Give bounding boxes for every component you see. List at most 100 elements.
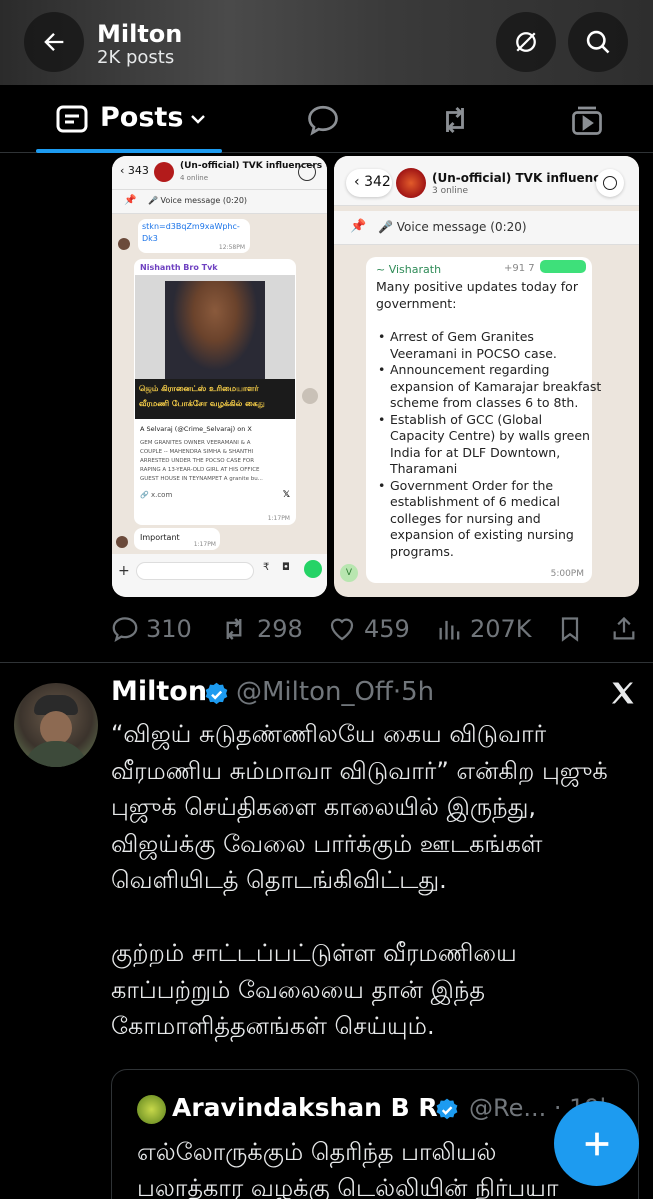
link-preview-title: A Selvaraj (@Crime_Selvaraj) on X	[140, 425, 252, 433]
bullet-list: • Arrest of Gem Granites Veeramani in POCS…	[376, 329, 601, 560]
bullet-dot: •	[378, 362, 386, 377]
face-shape	[40, 711, 72, 745]
back-count-pill[interactable]: ‹ 342	[346, 169, 392, 197]
shirt-shape	[24, 741, 88, 767]
notifications-button[interactable]	[496, 12, 556, 72]
rupee-icon[interactable]: ₹	[263, 562, 269, 573]
forward-icon[interactable]	[302, 388, 318, 404]
message-time: 12:58PM	[218, 244, 245, 251]
bullet-line: Tharamani	[390, 461, 458, 476]
back-button[interactable]	[24, 12, 84, 72]
link-domain[interactable]: 🔗 x.com	[140, 491, 172, 499]
plus-icon[interactable]: +	[118, 563, 130, 579]
reply-icon	[112, 617, 138, 642]
bullet-line: Capacity Centre) by walls green	[390, 428, 590, 443]
camera-icon[interactable]: ◘	[282, 562, 290, 573]
like-button[interactable]: 459	[326, 612, 410, 646]
voice-call-icon[interactable]	[596, 169, 624, 197]
compose-post-button[interactable]	[554, 1101, 639, 1186]
reply-button[interactable]: 310	[110, 612, 192, 646]
link-text-cont[interactable]: Dk3	[142, 234, 158, 243]
bullet-line: India for at DLF Downtown,	[390, 444, 561, 460]
pinned-message-bar[interactable]: 📌 🎤 Voice message (0:20)	[112, 190, 327, 214]
tab-posts-label: Posts	[100, 102, 184, 133]
link-bubble: stkn=d3BqZm9xaWphc- Dk3 12:58PM	[138, 219, 250, 253]
forwarded-message-bubble: Nishanth Bro Tvk ஜெம் கிரானைட்ஸ் உரிமையா…	[134, 259, 296, 525]
bullet-item: • Establish of GCC (Global Capacity Centre…	[376, 412, 601, 478]
message-input[interactable]	[136, 562, 254, 580]
search-icon	[586, 30, 610, 54]
news-caption-box: ஜெம் கிரானைட்ஸ் உரிமையாளர் வீரமணி போக்சோ…	[135, 379, 295, 419]
online-count: 3 online	[432, 186, 469, 196]
whatsapp-header: ‹ 343 (Un-official) TVK influencers 4 on…	[112, 156, 327, 190]
mic-button[interactable]	[304, 560, 322, 578]
quoted-text-line: பலாத்கார வழக்கு டெல்லியின் நிர்பயா	[137, 1174, 559, 1199]
group-avatar	[396, 168, 426, 198]
arrow-left-icon	[44, 33, 64, 51]
message-time: 1:17PM	[193, 541, 216, 548]
quoted-avatar	[137, 1095, 166, 1124]
bullet-item: • Government Order for the establishment o…	[376, 478, 601, 561]
post-text-line: விஜய்க்கு வேலை பார்க்கும் ஊடகங்கள்	[111, 829, 543, 858]
bullet-line: Arrest of Gem Granites	[390, 329, 534, 344]
pinned-text: 🎤 Voice message (0:20)	[378, 220, 527, 234]
post-count: 2K posts	[97, 47, 175, 68]
post-text-line: “விஜய் சுடுதண்ணிலயே கைய விடுவார்	[111, 720, 547, 748]
post-image-left[interactable]: ‹ 343 (Un-official) TVK influencers 4 on…	[112, 156, 327, 597]
link-text[interactable]: stkn=d3BqZm9xaWphc-	[142, 222, 240, 231]
news-photo[interactable]: ஜெம் கிரானைட்ஸ் உரிமையாளர் வீரமணி போக்சோ…	[135, 275, 295, 419]
group-name: (Un-official) TVK influencers	[432, 171, 622, 185]
person-photo	[165, 281, 265, 381]
voice-call-icon[interactable]	[298, 163, 316, 181]
back-count[interactable]: ‹ 343	[120, 164, 149, 177]
sender-name: ~ Visharath	[376, 263, 442, 276]
profile-name: Milton	[97, 20, 183, 48]
post-text-line: குற்றம் சாட்டப்பட்டுள்ள வீரமணியை	[111, 939, 517, 967]
bullet-line: programs.	[390, 543, 454, 559]
profile-header: Milton 2K posts	[0, 0, 653, 85]
pinned-text: 🎤 Voice message (0:20)	[148, 196, 248, 205]
search-button[interactable]	[568, 12, 628, 72]
tab-media[interactable]	[569, 102, 605, 138]
bullet-dot: •	[378, 477, 386, 493]
tab-posts[interactable]: Posts	[36, 85, 222, 153]
bullet-item: • Arrest of Gem Granites Veeramani in POCS…	[376, 329, 601, 362]
post-actions: 310 298 459 207K	[110, 612, 640, 646]
bullet-line: expansion of existing nursing	[390, 527, 574, 542]
repost-button[interactable]: 298	[217, 612, 303, 646]
post-text-line: வீரமணிய சும்மாவா விடுவார்” என்கிற புஜுக்	[111, 756, 608, 785]
bullet-item: • Announcement regarding expansion of Kama…	[376, 362, 601, 412]
view-count: 207K	[470, 615, 532, 643]
sender-avatar: V	[340, 564, 358, 582]
profile-tabs: Posts	[0, 85, 653, 153]
views-icon	[439, 620, 460, 640]
news-caption-line: ஜெம் கிரானைட்ஸ் உரிமையாளர்	[139, 384, 259, 393]
whatsapp-header: ‹ 342 (Un-official) TVK influencers 3 on…	[334, 156, 639, 206]
message-time: 1:17PM	[267, 515, 290, 522]
views-button[interactable]: 207K	[436, 612, 532, 646]
tab-reposts[interactable]	[437, 102, 473, 138]
post-image-right[interactable]: ‹ 342 (Un-official) TVK influencers 3 on…	[334, 156, 639, 597]
verified-badge-icon	[205, 682, 228, 705]
quoted-text-line: எல்லோருக்கும் தெரிந்த பாலியல்	[137, 1138, 497, 1166]
post-divider	[0, 662, 653, 663]
bookmark-button[interactable]	[556, 612, 590, 646]
bullet-line: establishment of 6 medical	[390, 494, 560, 509]
group-avatar	[154, 162, 174, 182]
quoted-author-name: Aravindakshan B R	[172, 1093, 438, 1122]
online-count: 4 online	[180, 174, 209, 182]
author-handle-time[interactable]: @Milton_Off·5h	[236, 677, 434, 707]
author-name[interactable]: Milton	[111, 676, 207, 707]
bullet-line: expansion of Kamarajar breakfast	[390, 378, 602, 394]
avatar[interactable]	[14, 683, 98, 767]
bullet-line: Veeramani in POCSO case.	[390, 345, 557, 361]
pinned-message-bar[interactable]: 📌 🎤 Voice message (0:20)	[334, 211, 639, 245]
news-caption-line: வீரமணி போக்சோ வழக்கில் கைது	[139, 399, 265, 408]
reply-count: 310	[146, 615, 192, 643]
message-bubble: ~ Visharath +91 7 Many positive updates …	[366, 257, 601, 583]
message-time: 5:00PM	[550, 569, 584, 579]
tab-replies[interactable]	[305, 102, 341, 138]
share-button[interactable]	[610, 612, 644, 646]
post-body: “விஜய் சுடுதண்ணிலயே கைய விடுவார் வீரமணிய…	[111, 716, 641, 1045]
bullet-dot: •	[378, 411, 386, 427]
